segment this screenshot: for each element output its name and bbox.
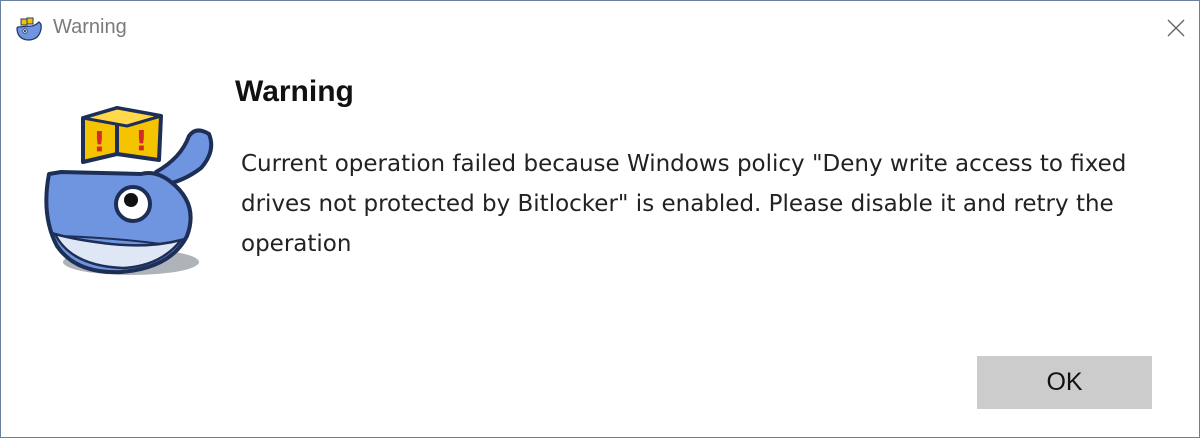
close-icon — [1167, 19, 1185, 41]
warning-dialog-window: Warning ! ! Warning Current operation fa… — [0, 0, 1200, 438]
window-title: Warning — [53, 16, 127, 38]
ok-button[interactable]: OK — [977, 356, 1152, 409]
close-button[interactable] — [1153, 1, 1199, 59]
box-glyph-right: ! — [135, 124, 148, 157]
dialog-heading: Warning — [235, 75, 354, 108]
docker-whale-icon — [14, 16, 44, 42]
dialog-message: Current operation failed because Windows… — [241, 151, 1127, 257]
title-bar[interactable]: Warning — [1, 1, 1199, 59]
docker-whale-warning-boxes-icon: ! ! — [31, 96, 231, 286]
box-glyph-left: ! — [93, 125, 106, 158]
